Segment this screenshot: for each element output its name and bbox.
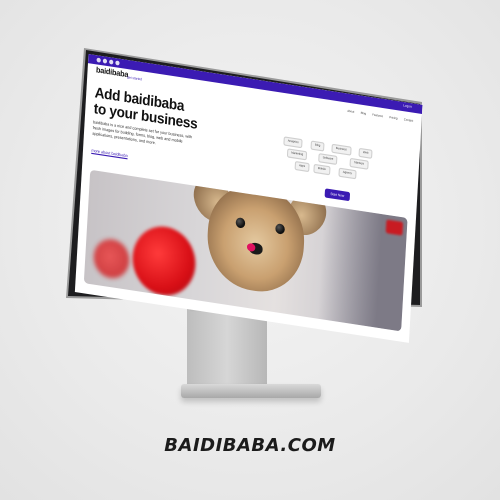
monitor: Log in baidibaba get started About Blog … [0, 0, 500, 500]
main-menu: About Blog Features Pricing Contact [347, 109, 413, 122]
menu-item-contact[interactable]: Contact [404, 118, 414, 123]
logo-subtitle[interactable]: get started [127, 75, 142, 82]
tag[interactable]: Marketing [286, 148, 308, 161]
menu-item-blog[interactable]: Blog [361, 111, 367, 115]
red-corner-object [385, 219, 404, 236]
menu-item-about[interactable]: About [347, 109, 354, 113]
monitor-screen: Log in baidibaba get started About Blog … [74, 54, 423, 343]
tag[interactable]: Web [358, 147, 373, 159]
instagram-icon[interactable] [108, 59, 114, 65]
login-link[interactable]: Log in [403, 103, 412, 109]
tag[interactable]: Agency [338, 167, 357, 180]
youtube-icon[interactable] [115, 60, 120, 66]
facebook-icon[interactable] [96, 57, 101, 63]
tag[interactable]: Blog [310, 140, 325, 152]
brand-caption: BAIDIBABA.COM [164, 435, 336, 456]
tag[interactable]: Mobile [313, 163, 331, 176]
start-now-button[interactable]: Start Now [324, 188, 351, 202]
tag[interactable]: Software [318, 153, 338, 166]
dog-head [204, 178, 307, 298]
twitter-icon[interactable] [102, 58, 108, 64]
blurred-red-ball [92, 236, 131, 281]
menu-item-features[interactable]: Features [372, 113, 383, 118]
tag[interactable]: Business [331, 143, 352, 156]
yorkshire-terrier [183, 171, 334, 319]
tag[interactable]: Startups [349, 157, 369, 170]
product-scene: Log in baidibaba get started About Blog … [0, 0, 500, 500]
hero-photo [83, 169, 408, 332]
hero-link[interactable]: more about baidibaba [91, 148, 128, 158]
logo[interactable]: baidibaba [96, 67, 129, 80]
tag[interactable]: Analytics [283, 136, 304, 149]
tag-cloud: Analytics Blog Business Web Marketing So… [283, 136, 388, 180]
menu-item-pricing[interactable]: Pricing [389, 116, 397, 121]
tag[interactable]: Apps [294, 160, 310, 173]
